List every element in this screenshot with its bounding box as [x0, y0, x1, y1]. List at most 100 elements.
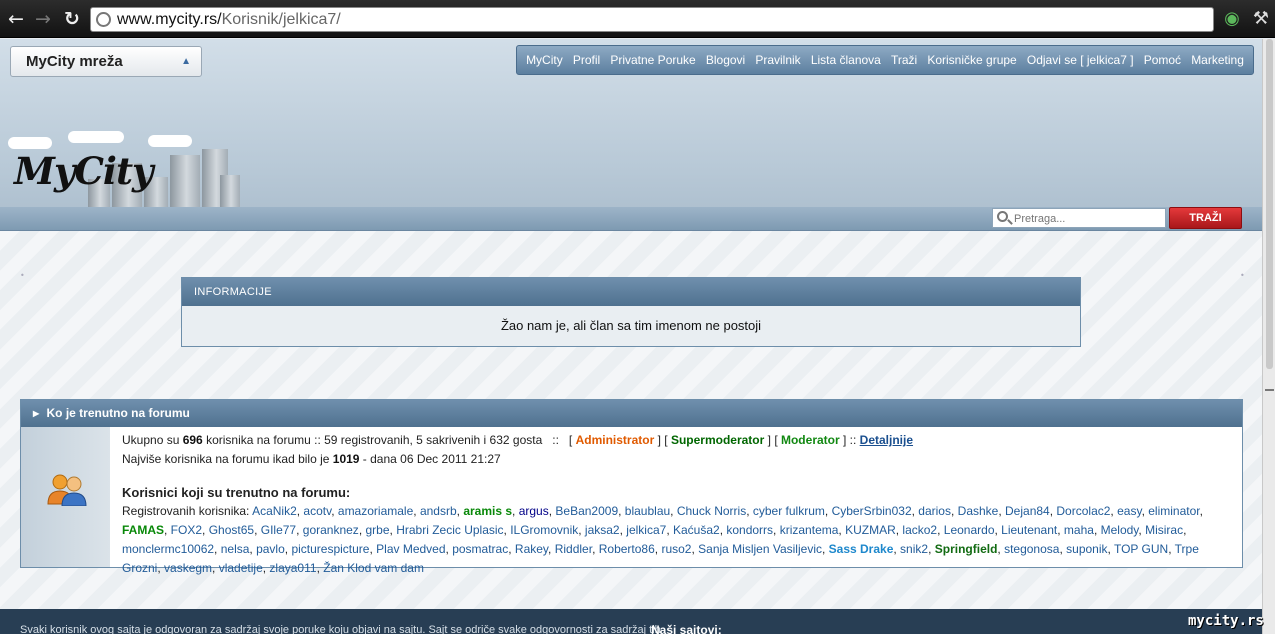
online-user-link[interactable]: Riddler — [555, 542, 592, 556]
online-user-link[interactable]: aramis s — [463, 504, 512, 518]
search-button[interactable]: TRAŽI — [1169, 207, 1242, 229]
online-user-link[interactable]: Sanja Misljen Vasiljevic — [698, 542, 822, 556]
nav-user-groups[interactable]: Korisničke grupe — [927, 53, 1016, 67]
cloud-shape — [148, 135, 192, 147]
nav-blogs[interactable]: Blogovi — [706, 53, 745, 67]
online-user-link[interactable]: pavlo — [256, 542, 285, 556]
legend-moderator[interactable]: Moderator — [781, 433, 840, 447]
online-user-link[interactable]: CyberSrbin032 — [832, 504, 912, 518]
wrench-icon[interactable]: ⚒ — [1250, 8, 1272, 30]
nav-rules[interactable]: Pravilnik — [755, 53, 800, 67]
nav-logout[interactable]: Odjavi se [ jelkica7 ] — [1027, 53, 1134, 67]
search-input[interactable] — [1014, 211, 1162, 226]
network-select-value: MyCity mreža — [26, 53, 123, 70]
online-user-link[interactable]: grbe — [365, 523, 389, 537]
online-user-link[interactable]: Chuck Norris — [677, 504, 746, 518]
scrollbar-thumb[interactable] — [1266, 39, 1273, 369]
online-user-link[interactable]: jaksa2 — [585, 523, 620, 537]
online-user-link[interactable]: kondorrs — [726, 523, 773, 537]
globe-icon — [96, 12, 111, 27]
info-panel: INFORMACIJE Žao nam je, ali član sa tim … — [181, 277, 1081, 347]
online-user-link[interactable]: Springfield — [935, 542, 998, 556]
online-user-link[interactable]: AcaNik2 — [252, 504, 297, 518]
legend-administrator[interactable]: Administrator — [576, 433, 655, 447]
online-user-link[interactable]: ruso2 — [661, 542, 691, 556]
online-user-link[interactable]: Dashke — [958, 504, 999, 518]
online-user-link[interactable]: Dorcolac2 — [1056, 504, 1110, 518]
logo-wordmark: MyCity — [14, 149, 154, 193]
nav-marketing[interactable]: Marketing — [1191, 53, 1244, 67]
online-user-link[interactable]: Melody — [1101, 523, 1139, 537]
record-count: 1019 — [332, 452, 360, 466]
online-user-link[interactable]: lacko2 — [902, 523, 937, 537]
nav-member-list[interactable]: Lista članova — [811, 53, 881, 67]
online-user-link[interactable]: vaskegm — [164, 561, 212, 575]
online-user-link[interactable]: Rakey — [515, 542, 548, 556]
online-user-link[interactable]: Leonardo — [944, 523, 995, 537]
scrollbar-mark — [1265, 389, 1274, 391]
online-user-link[interactable]: FOX2 — [171, 523, 202, 537]
online-user-link[interactable]: vladetije — [219, 561, 263, 575]
online-user-link[interactable]: snik2 — [900, 542, 928, 556]
nav-help[interactable]: Pomoć — [1144, 53, 1181, 67]
online-user-link[interactable]: easy — [1117, 504, 1141, 518]
online-user-link[interactable]: jelkica7 — [626, 523, 666, 537]
online-user-link[interactable]: suponik — [1066, 542, 1107, 556]
online-user-link[interactable]: blaublau — [625, 504, 670, 518]
online-user-link[interactable]: picturespicture — [291, 542, 369, 556]
online-user-link[interactable]: cyber fulkrum — [753, 504, 825, 518]
extension-icon[interactable]: ◉ — [1221, 8, 1243, 30]
online-user-link[interactable]: GIle77 — [261, 523, 296, 537]
who-is-online-header[interactable]: ▶ Ko je trenutno na forumu — [21, 400, 1242, 427]
web-page: MyCity mreža ▲ MyCity Profil Privatne Po… — [0, 39, 1262, 634]
online-user-link[interactable]: KUZMAR — [845, 523, 896, 537]
forward-arrow-icon[interactable]: → — [32, 8, 54, 30]
online-user-link[interactable]: maha — [1064, 523, 1094, 537]
online-user-link[interactable]: zlaya011 — [269, 561, 316, 575]
online-user-link[interactable]: Ghost65 — [209, 523, 254, 537]
nav-search[interactable]: Traži — [891, 53, 917, 67]
online-user-link[interactable]: Plav Medved — [376, 542, 445, 556]
online-user-link[interactable]: posmatrac — [452, 542, 508, 556]
online-user-link[interactable]: Misirac — [1145, 523, 1183, 537]
nav-private-messages[interactable]: Privatne Poruke — [610, 53, 695, 67]
site-header: MyCity mreža ▲ MyCity Profil Privatne Po… — [0, 39, 1262, 231]
online-user-link[interactable]: nelsa — [221, 542, 250, 556]
online-user-link[interactable]: BeBan2009 — [555, 504, 618, 518]
online-users-heading: Korisnici koji su trenutno na forumu: — [122, 485, 351, 500]
users-icon — [47, 474, 87, 506]
nav-mycity[interactable]: MyCity — [526, 53, 563, 67]
online-user-link[interactable]: monclermc10062 — [122, 542, 214, 556]
online-user-link[interactable]: darios — [918, 504, 951, 518]
online-user-link[interactable]: Dejan84 — [1005, 504, 1050, 518]
network-select[interactable]: MyCity mreža ▲ — [10, 46, 202, 77]
panel-sidebar — [21, 427, 110, 567]
nav-profil[interactable]: Profil — [573, 53, 600, 67]
online-user-link[interactable]: stegonosa — [1004, 542, 1059, 556]
online-user-link[interactable]: Kaćuša2 — [673, 523, 720, 537]
page-scrollbar[interactable] — [1262, 39, 1275, 634]
online-user-link[interactable]: Hrabri Zecic Uplasic — [396, 523, 503, 537]
online-user-link[interactable]: FAMAS — [122, 523, 164, 537]
address-bar[interactable]: www.mycity.rs/Korisnik/jelkica7/ — [90, 7, 1214, 32]
online-user-link[interactable]: andsrb — [420, 504, 457, 518]
online-user-link[interactable]: amazoriamale — [338, 504, 413, 518]
online-user-link[interactable]: ILGromovnik — [510, 523, 578, 537]
online-user-link[interactable]: TOP GUN — [1114, 542, 1168, 556]
online-user-link[interactable]: Žan Klod vam dam — [323, 561, 424, 575]
online-user-link[interactable]: Lieutenant — [1001, 523, 1057, 537]
search-field[interactable] — [992, 208, 1166, 228]
back-arrow-icon[interactable]: ← — [5, 8, 27, 30]
online-user-link[interactable]: acotv — [303, 504, 331, 518]
online-user-link[interactable]: krizantema — [780, 523, 839, 537]
top-navigation: MyCity Profil Privatne Poruke Blogovi Pr… — [516, 45, 1254, 75]
online-user-link[interactable]: goranknez — [303, 523, 359, 537]
online-info: Ukupno su 696 korisnika na forumu :: 59 … — [122, 431, 1237, 578]
reload-icon[interactable]: ↻ — [61, 8, 83, 30]
online-user-link[interactable]: Sass Drake — [829, 542, 894, 556]
legend-supermoderator[interactable]: Supermoderator — [671, 433, 764, 447]
online-user-link[interactable]: eliminator — [1148, 504, 1199, 518]
details-link[interactable]: Detaljnije — [860, 433, 913, 447]
online-user-link[interactable]: argus — [519, 504, 549, 518]
online-user-link[interactable]: Roberto86 — [599, 542, 655, 556]
